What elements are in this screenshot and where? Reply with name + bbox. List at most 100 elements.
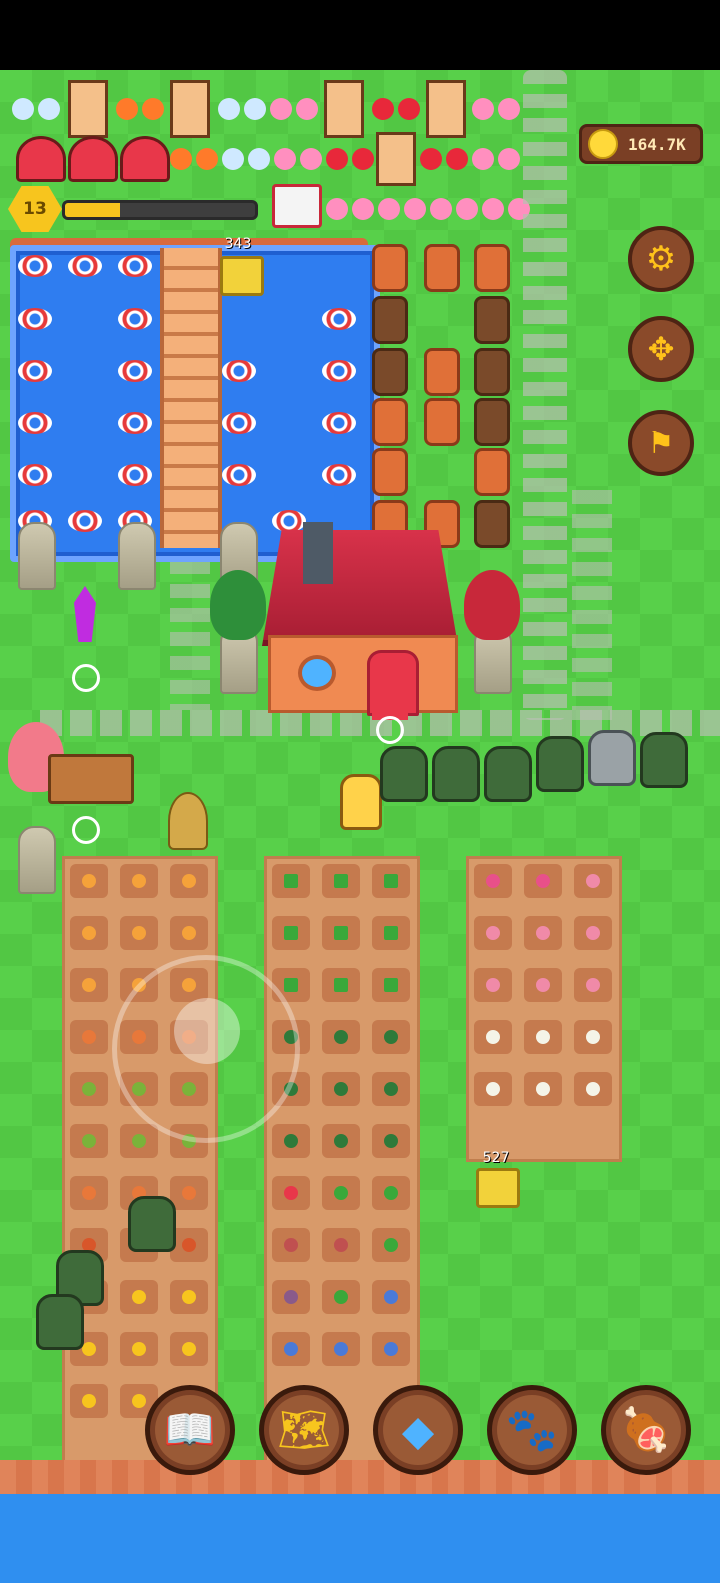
flag-button[interactable]: ⚑ (628, 410, 694, 476)
flower-tile[interactable] (524, 1072, 562, 1106)
joystick-knob[interactable] (174, 998, 240, 1064)
crop-tile[interactable] (322, 968, 360, 1002)
crop-tile[interactable] (322, 916, 360, 950)
sunflower-tile[interactable] (120, 1332, 158, 1366)
crop-tile[interactable] (70, 968, 108, 1002)
flower-tile[interactable] (574, 968, 612, 1002)
crop-tile[interactable] (322, 1020, 360, 1054)
crop-tile[interactable] (372, 1020, 410, 1054)
crop-tile[interactable] (372, 1176, 410, 1210)
crop-tile[interactable] (372, 1280, 410, 1314)
flower-tile[interactable] (524, 864, 562, 898)
flower-tile[interactable] (474, 916, 512, 950)
crop-tile[interactable] (272, 1176, 310, 1210)
crop-tile[interactable] (170, 864, 208, 898)
gear-icon: ⚙ (645, 239, 677, 279)
map-button[interactable]: 🗺 (259, 1385, 349, 1475)
crop-tile[interactable] (372, 968, 410, 1002)
goblin-enemy[interactable] (380, 746, 428, 802)
workbench[interactable] (48, 754, 134, 804)
flower-tile[interactable] (574, 1020, 612, 1054)
flower-tile[interactable] (574, 1072, 612, 1106)
goblin-enemy[interactable] (484, 746, 532, 802)
flower (38, 98, 60, 120)
crop-tile[interactable] (70, 1072, 108, 1106)
pets-button[interactable]: 🐾 (487, 1385, 577, 1475)
crop-tile[interactable] (272, 1280, 310, 1314)
waypoint-marker[interactable] (72, 664, 100, 692)
goblin-enemy[interactable] (128, 1196, 176, 1252)
crop-tile[interactable] (272, 1228, 310, 1262)
flower-tile[interactable] (574, 916, 612, 950)
crop-tile[interactable] (322, 864, 360, 898)
crop-tile[interactable] (372, 1124, 410, 1158)
crop-tile[interactable] (372, 1332, 410, 1366)
crop-tile[interactable] (322, 1228, 360, 1262)
crop-tile[interactable] (372, 1072, 410, 1106)
barrel (424, 398, 460, 446)
crop-tile[interactable] (322, 1332, 360, 1366)
flower-tile[interactable] (574, 864, 612, 898)
crop-tile[interactable] (120, 916, 158, 950)
flower-tile[interactable] (474, 968, 512, 1002)
flower-tile[interactable] (474, 1072, 512, 1106)
flower (398, 98, 420, 120)
crop-tile[interactable] (322, 1072, 360, 1106)
crop-tile[interactable] (70, 916, 108, 950)
move-button[interactable]: ✥ (628, 316, 694, 382)
life-ring (118, 308, 152, 330)
goblin-enemy[interactable] (432, 746, 480, 802)
crop-tile[interactable] (170, 916, 208, 950)
flower (274, 148, 296, 170)
crop-tile[interactable] (70, 1124, 108, 1158)
goblin-enemy[interactable] (536, 736, 584, 792)
treasure-chest[interactable] (220, 256, 264, 296)
crop-tile[interactable] (70, 864, 108, 898)
flower (222, 148, 244, 170)
crop-tile[interactable] (70, 1176, 108, 1210)
flower-tile[interactable] (474, 1020, 512, 1054)
house-door[interactable] (367, 650, 419, 716)
crop-tile[interactable] (170, 1176, 208, 1210)
flower-tile[interactable] (524, 916, 562, 950)
flower-tile[interactable] (524, 968, 562, 1002)
crop-tile[interactable] (272, 864, 310, 898)
crop-tile[interactable] (322, 1280, 360, 1314)
purple-crystal[interactable] (74, 586, 96, 642)
crop-tile[interactable] (272, 916, 310, 950)
goblin-enemy[interactable] (640, 732, 688, 788)
gift-box[interactable] (272, 184, 322, 228)
crop-tile[interactable] (120, 1124, 158, 1158)
goblin-enemy[interactable] (36, 1294, 84, 1350)
crop-tile[interactable] (372, 916, 410, 950)
food-button[interactable]: 🍖 (601, 1385, 691, 1475)
shop-button[interactable]: ◆ (373, 1385, 463, 1475)
flower (352, 198, 374, 220)
crop-tile[interactable] (120, 864, 158, 898)
beehive (170, 80, 210, 138)
flag-icon: ⚑ (647, 425, 675, 461)
stump (372, 296, 408, 344)
crop-tile[interactable] (372, 864, 410, 898)
settings-button[interactable]: ⚙ (628, 226, 694, 292)
goblin-enemy[interactable] (588, 730, 636, 786)
waypoint-marker[interactable] (72, 816, 100, 844)
crop-tile[interactable] (272, 1124, 310, 1158)
sunflower-tile[interactable] (170, 1280, 208, 1314)
crop-tile[interactable] (272, 1332, 310, 1366)
flower (326, 148, 348, 170)
game-world[interactable]: 343 527 (0, 70, 720, 1583)
crop-tile[interactable] (322, 1124, 360, 1158)
book-button[interactable]: 📖 (145, 1385, 235, 1475)
flower (300, 148, 322, 170)
crop-tile[interactable] (70, 1020, 108, 1054)
crop-tile[interactable] (322, 1176, 360, 1210)
treasure-chest[interactable] (476, 1168, 520, 1208)
flower-tile[interactable] (524, 1020, 562, 1054)
waypoint-marker[interactable] (376, 716, 404, 744)
flower-tile[interactable] (474, 864, 512, 898)
sunflower-tile[interactable] (170, 1332, 208, 1366)
sunflower-tile[interactable] (120, 1280, 158, 1314)
sunflower-tile[interactable] (70, 1384, 108, 1418)
crop-tile[interactable] (372, 1228, 410, 1262)
